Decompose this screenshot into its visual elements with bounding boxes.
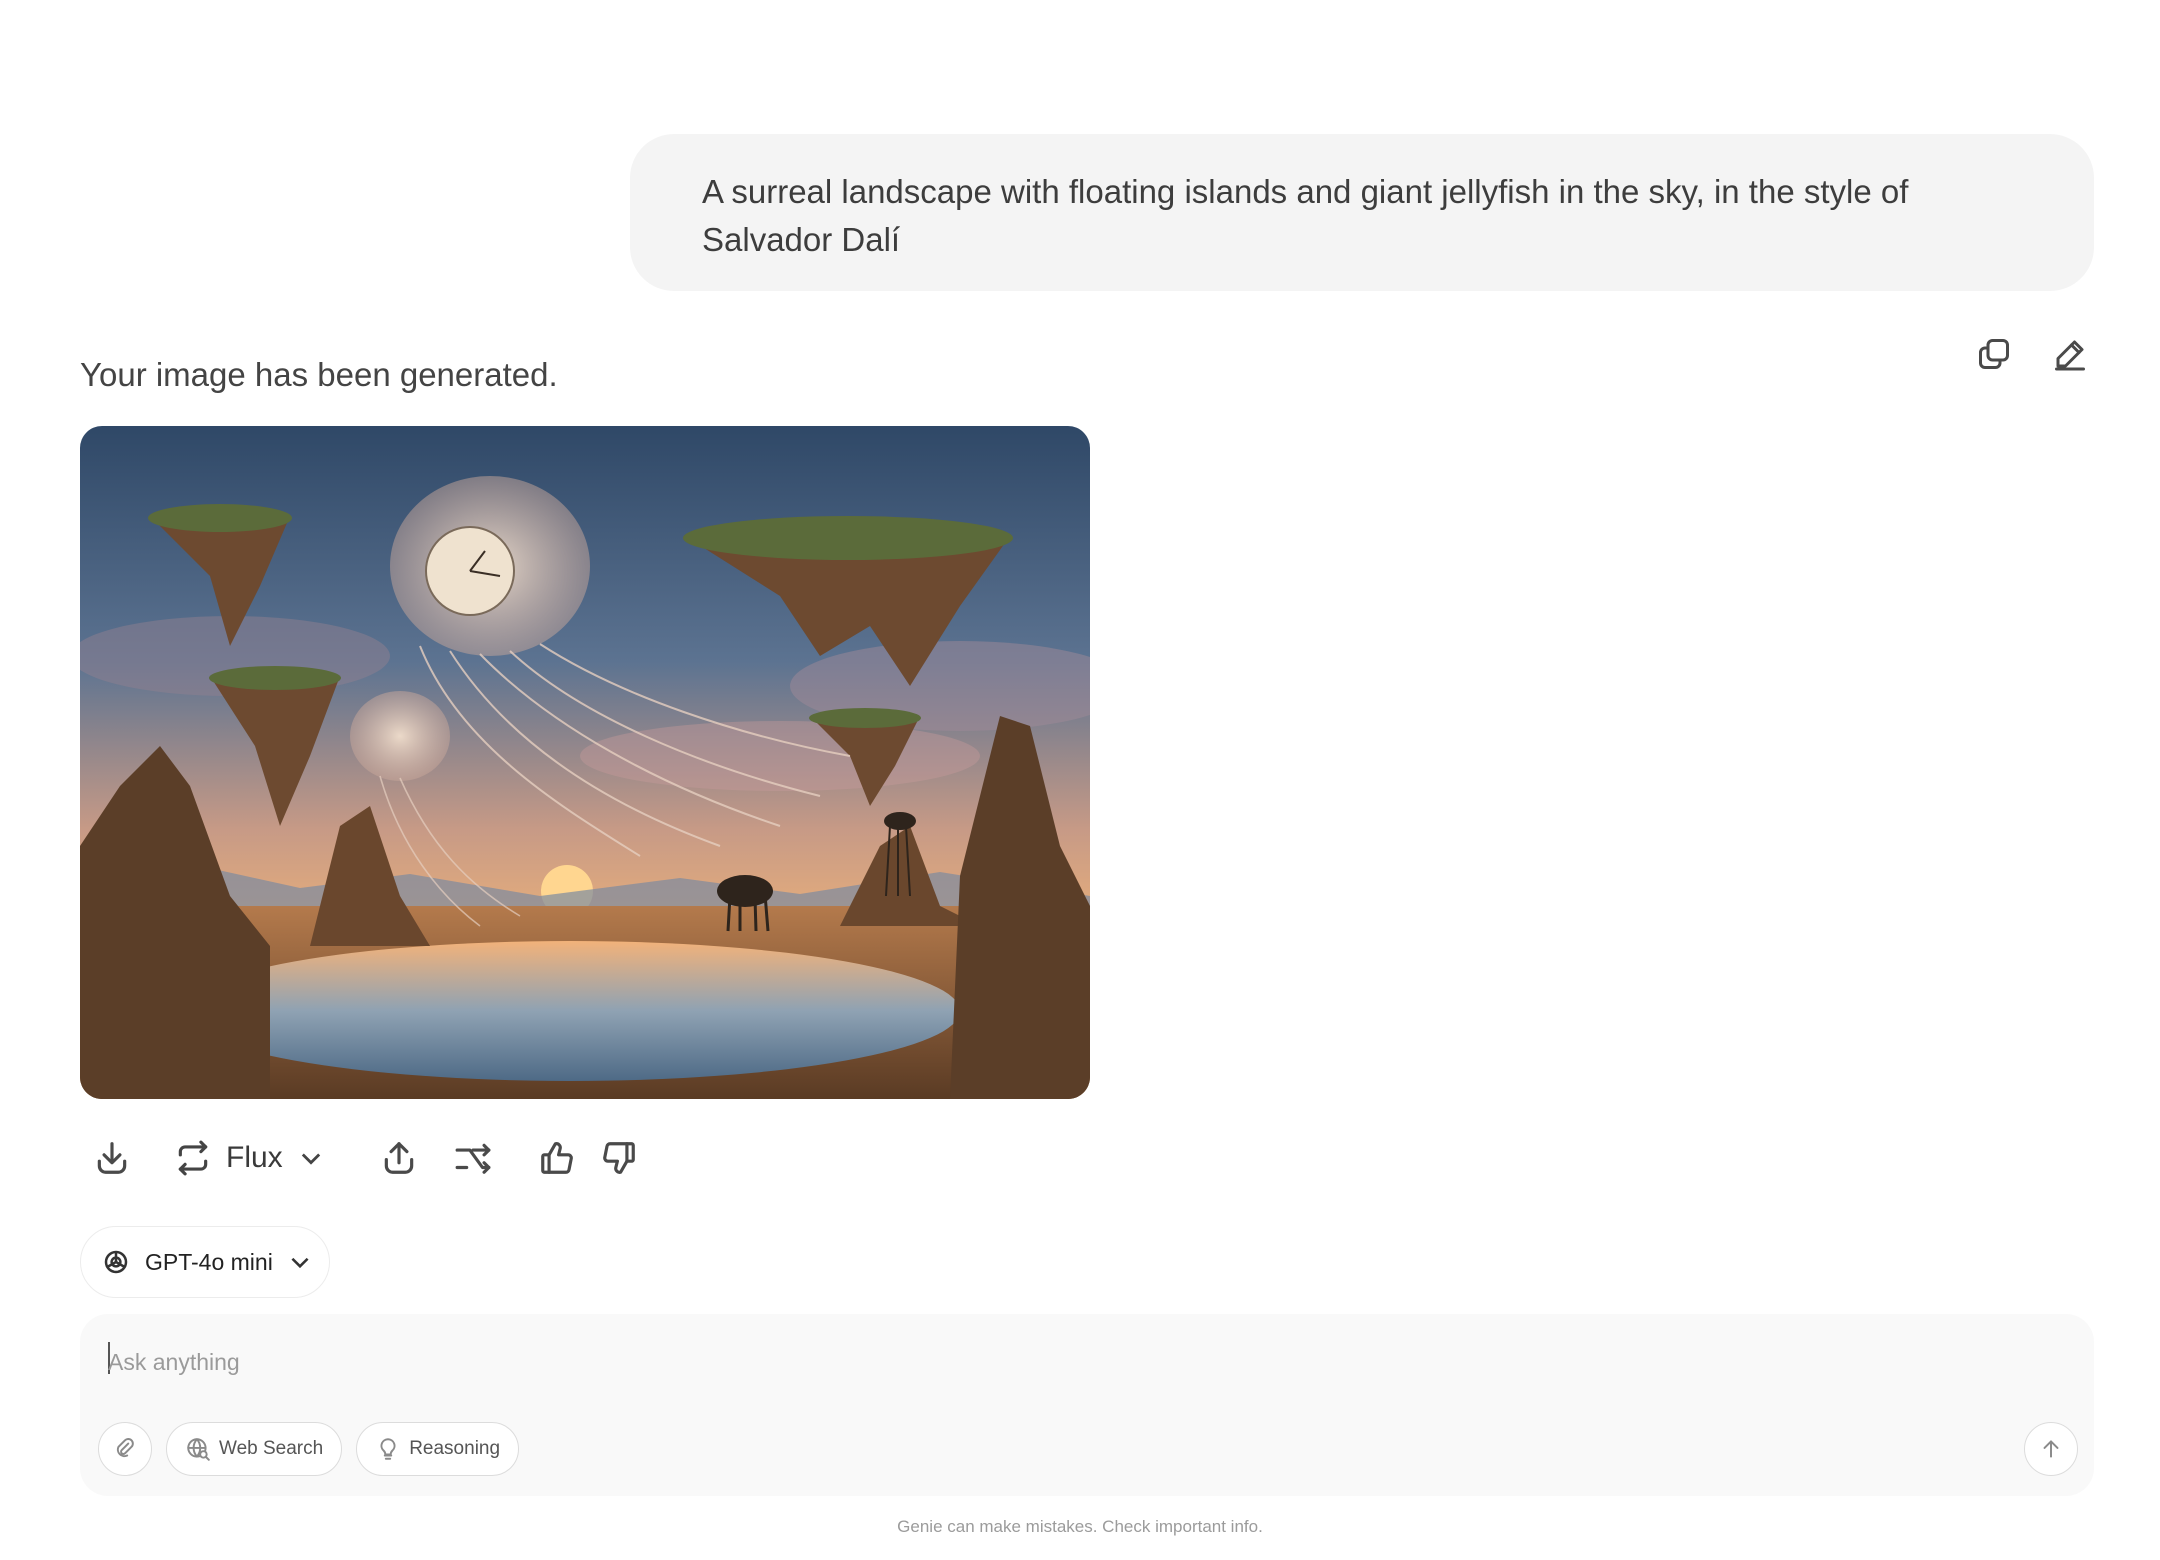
openai-icon <box>104 1250 128 1274</box>
message-actions <box>1970 330 2094 378</box>
send-button[interactable] <box>2024 1422 2078 1476</box>
edit-pencil-icon <box>2055 340 2085 371</box>
copy-icon <box>1979 339 2009 369</box>
image-model-label: Flux <box>226 1141 283 1174</box>
dislike-button[interactable] <box>595 1134 643 1182</box>
image-toolbar: Flux <box>88 1128 643 1188</box>
download-button[interactable] <box>88 1134 136 1182</box>
chevron-down-icon <box>291 1257 309 1269</box>
globe-search-icon <box>187 1438 210 1461</box>
chevron-down-icon <box>301 1153 320 1165</box>
disclaimer: Genie can make mistakes. Check important… <box>897 1517 1263 1536</box>
attach-icon <box>116 1438 134 1458</box>
branch-button[interactable] <box>449 1134 497 1182</box>
arrow-up-icon <box>2043 1440 2059 1458</box>
regenerate-model-selector[interactable]: Flux <box>174 1139 325 1177</box>
model-selector[interactable]: GPT-4o mini <box>80 1226 330 1298</box>
copy-button[interactable] <box>1970 330 2018 378</box>
chat-input[interactable] <box>108 1340 2008 1384</box>
thumbs-down-icon <box>602 1142 635 1174</box>
download-icon <box>97 1142 127 1174</box>
share-icon <box>384 1142 413 1174</box>
lightbulb-icon <box>380 1438 396 1460</box>
attach-button[interactable] <box>98 1422 152 1476</box>
share-button[interactable] <box>375 1134 423 1182</box>
reasoning-label: Reasoning <box>409 1438 501 1459</box>
reasoning-button[interactable]: Reasoning <box>356 1422 520 1476</box>
composer-tools: Web Search Reasoning <box>98 1422 520 1476</box>
model-label: GPT-4o mini <box>145 1248 273 1275</box>
edit-button[interactable] <box>2046 330 2094 378</box>
web-search-label: Web Search <box>219 1438 324 1459</box>
thumbs-up-icon <box>540 1142 573 1174</box>
assistant-message-text: Your image has been generated. <box>80 356 558 393</box>
branch-icon <box>455 1143 491 1174</box>
regenerate-icon <box>178 1140 208 1176</box>
user-message-bubble: A surreal landscape with floating island… <box>630 134 2094 291</box>
like-button[interactable] <box>533 1134 581 1182</box>
user-message-text: A surreal landscape with floating island… <box>702 173 1909 258</box>
generated-image[interactable] <box>80 426 1090 1099</box>
composer: Web Search Reasoning <box>80 1314 2094 1496</box>
web-search-button[interactable]: Web Search <box>166 1422 343 1476</box>
